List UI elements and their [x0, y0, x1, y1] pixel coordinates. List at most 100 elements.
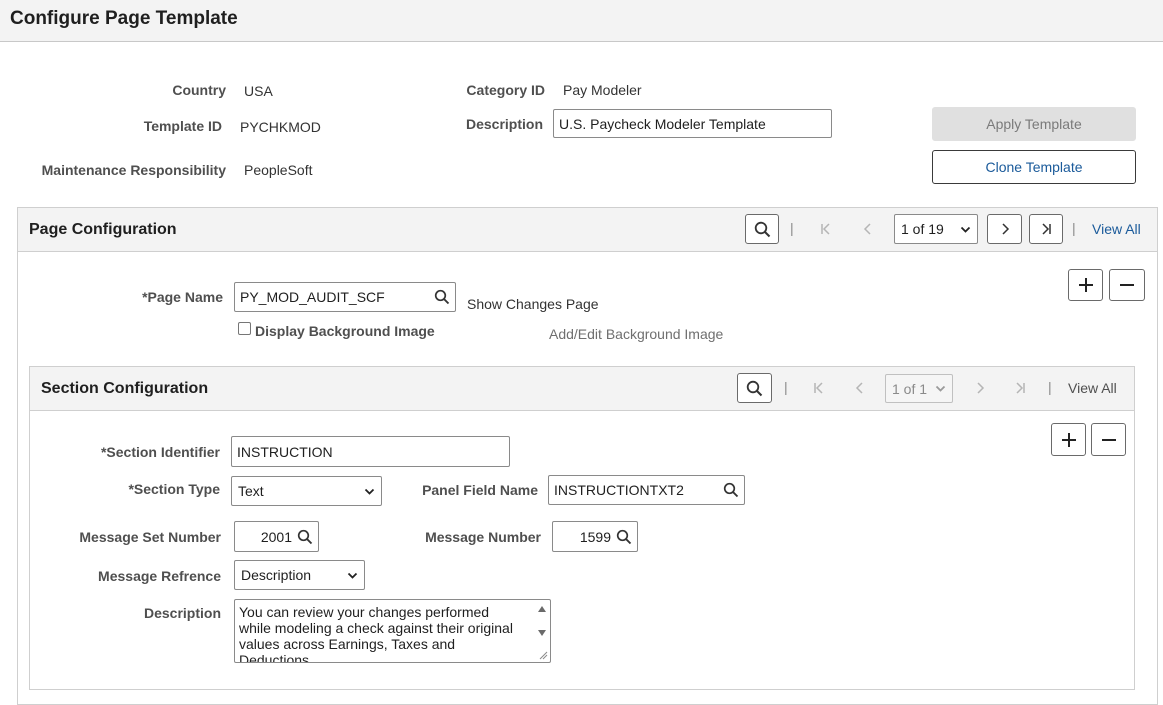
maintenance-responsibility-value: PeopleSoft	[244, 162, 313, 178]
maintenance-responsibility-label: Maintenance Responsibility	[41, 162, 226, 178]
last-page-icon	[1016, 382, 1025, 394]
description-label: Description	[465, 116, 543, 132]
display-background-image-checkbox[interactable]	[238, 322, 251, 335]
search-icon[interactable]	[616, 529, 632, 545]
page-name-input[interactable]: PY_MOD_AUDIT_SCF	[234, 282, 456, 312]
panel-field-name-label: Panel Field Name	[422, 482, 538, 498]
previous-page-button[interactable]	[858, 218, 878, 240]
section-search-button[interactable]	[737, 373, 772, 403]
section-first-button[interactable]	[809, 377, 829, 399]
textarea-scrollbar[interactable]	[535, 601, 549, 661]
description-line: while modeling a check against their ori…	[239, 620, 513, 636]
delete-row-button[interactable]	[1109, 269, 1145, 301]
section-description-label: Description	[143, 605, 221, 621]
display-background-image-label: Display Background Image	[255, 323, 435, 339]
add-edit-background-image-link[interactable]: Add/Edit Background Image	[549, 326, 723, 342]
scroll-up-icon[interactable]	[537, 605, 547, 613]
message-number-label: Message Number	[425, 529, 541, 545]
category-id-value: Pay Modeler	[563, 82, 642, 98]
plus-icon	[1078, 278, 1093, 292]
country-label: Country	[172, 82, 226, 98]
chevron-down-icon	[347, 572, 358, 579]
apply-template-button[interactable]: Apply Template	[932, 107, 1136, 141]
message-number-value: 1599	[579, 528, 611, 545]
section-add-row-button[interactable]	[1051, 423, 1086, 456]
section-identifier-input[interactable]: INSTRUCTION	[231, 436, 510, 467]
search-icon	[746, 380, 763, 396]
section-previous-button[interactable]	[850, 377, 870, 399]
next-icon	[977, 382, 985, 394]
section-identifier-label: *Section Identifier	[100, 444, 220, 460]
separator: |	[790, 220, 794, 236]
category-id-label: Category ID	[466, 82, 545, 98]
search-icon[interactable]	[723, 482, 739, 498]
next-page-button[interactable]	[987, 214, 1022, 244]
clone-template-button[interactable]: Clone Template	[932, 150, 1136, 184]
search-icon[interactable]	[297, 529, 313, 545]
page-header: Configure Page Template	[0, 0, 1163, 42]
previous-icon	[863, 223, 871, 235]
last-page-icon	[1042, 223, 1051, 235]
separator: |	[784, 379, 788, 395]
search-icon[interactable]	[434, 289, 450, 305]
message-set-number-input[interactable]: 2001	[234, 521, 319, 552]
section-view-all-link[interactable]: View All	[1068, 380, 1117, 396]
section-type-label: *Section Type	[128, 481, 220, 497]
first-page-icon	[814, 382, 823, 394]
section-description-textarea[interactable]: You can review your changes performed wh…	[234, 599, 551, 663]
section-identifier-value: INSTRUCTION	[237, 443, 333, 460]
minus-icon	[1101, 438, 1116, 441]
section-delete-row-button[interactable]	[1091, 423, 1126, 456]
message-refrence-label: Message Refrence	[98, 568, 221, 584]
page-name-value: PY_MOD_AUDIT_SCF	[240, 289, 385, 305]
description-line: Deductions	[239, 652, 310, 663]
message-number-input[interactable]: 1599	[552, 521, 638, 552]
panel-field-name-input[interactable]: INSTRUCTIONTXT2	[548, 475, 745, 505]
description-line: You can review your changes performed	[239, 604, 490, 620]
minus-icon	[1120, 284, 1134, 286]
page-configuration-panel: Page Configuration | 1 of 19 | View All …	[17, 207, 1158, 705]
page-pager-select[interactable]: 1 of 19	[894, 214, 978, 244]
section-configuration-header: Section Configuration | 1 of 1 | View Al…	[30, 367, 1134, 411]
description-input[interactable]: U.S. Paycheck Modeler Template	[553, 109, 832, 138]
search-icon	[754, 221, 770, 237]
template-id-value: PYCHKMOD	[240, 119, 321, 135]
section-configuration-panel: Section Configuration | 1 of 1 | View Al…	[29, 366, 1135, 690]
chevron-down-icon	[935, 385, 946, 392]
panel-field-name-value: INSTRUCTIONTXT2	[554, 482, 684, 498]
section-type-value: Text	[238, 483, 264, 499]
plus-icon	[1061, 432, 1076, 447]
previous-icon	[855, 382, 863, 394]
section-pager-value: 1 of 1	[892, 380, 928, 397]
section-next-button[interactable]	[970, 377, 990, 399]
page-search-button[interactable]	[745, 214, 779, 244]
section-last-button[interactable]	[1010, 377, 1030, 399]
first-page-icon	[821, 223, 830, 235]
page-name-label: *Page Name	[142, 289, 223, 305]
separator: |	[1048, 379, 1052, 395]
page-pager-value: 1 of 19	[901, 221, 944, 237]
show-changes-page-text: Show Changes Page	[467, 296, 599, 312]
page-configuration-header: Page Configuration | 1 of 19 | View All	[18, 208, 1157, 252]
section-configuration-title: Section Configuration	[41, 380, 209, 397]
resize-grip-icon[interactable]	[538, 650, 548, 660]
scroll-down-icon[interactable]	[537, 629, 547, 637]
add-row-button[interactable]	[1068, 269, 1103, 301]
section-pager-select[interactable]: 1 of 1	[885, 374, 953, 403]
message-set-number-value: 2001	[260, 528, 292, 545]
next-icon	[1001, 223, 1009, 235]
section-type-select[interactable]: Text	[231, 476, 382, 506]
template-id-label: Template ID	[143, 118, 222, 134]
description-input-value: U.S. Paycheck Modeler Template	[559, 115, 766, 132]
message-set-number-label: Message Set Number	[79, 529, 221, 545]
first-page-button[interactable]	[816, 218, 836, 240]
page-configuration-title: Page Configuration	[29, 221, 177, 238]
page-view-all-link[interactable]: View All	[1092, 221, 1141, 237]
page-title: Configure Page Template	[10, 8, 238, 29]
chevron-down-icon	[960, 226, 971, 233]
last-page-button[interactable]	[1029, 214, 1063, 244]
message-refrence-select[interactable]: Description	[234, 560, 365, 590]
country-value: USA	[244, 83, 273, 99]
message-refrence-value: Description	[241, 567, 312, 583]
description-line: values across Earnings, Taxes and	[239, 636, 456, 652]
